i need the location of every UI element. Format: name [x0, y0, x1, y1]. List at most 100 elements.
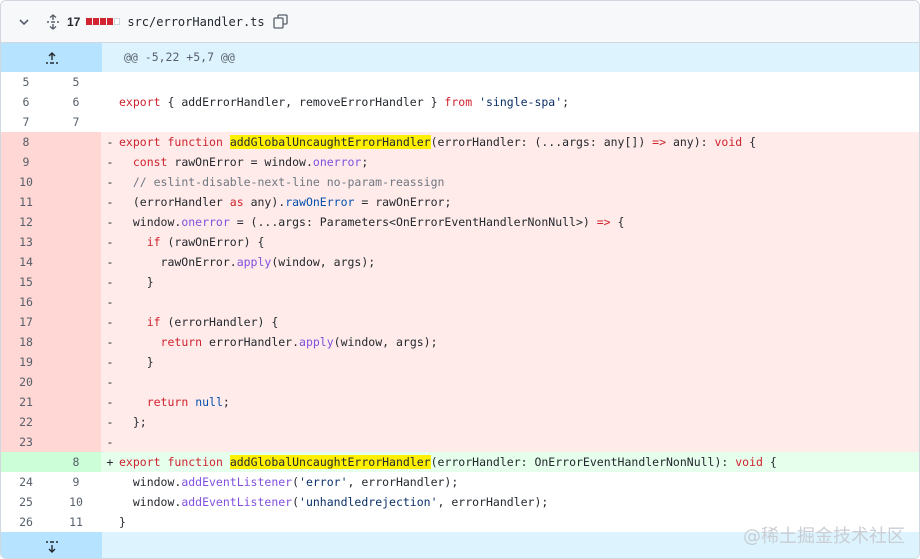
code-token: window.	[119, 475, 182, 489]
code-token: (errorHandler	[119, 195, 230, 209]
expand-up-icon[interactable]	[1, 43, 102, 72]
old-line-number[interactable]: 17	[1, 312, 51, 332]
old-line-number[interactable]: 20	[1, 372, 51, 392]
code-token: addEventListener	[181, 475, 293, 489]
old-line-number[interactable]: 8	[1, 132, 51, 152]
file-path[interactable]: src/errorHandler.ts	[127, 15, 264, 29]
deleted-line: 23 -	[1, 432, 919, 452]
code-token: null	[195, 395, 223, 409]
code-token: rawOnError.	[119, 255, 237, 269]
deleted-line: 9 - const rawOnError = window.onerror;	[1, 152, 919, 172]
new-line-number[interactable]	[51, 352, 101, 372]
new-line-number[interactable]: 9	[51, 472, 101, 492]
deleted-line: 17 - if (errorHandler) {	[1, 312, 919, 332]
code-token: =>	[596, 215, 611, 229]
deleted-line: 22 - };	[1, 412, 919, 432]
new-line-number[interactable]	[51, 412, 101, 432]
old-line-number[interactable]: 9	[1, 152, 51, 172]
code-token: errorHandler.	[202, 335, 300, 349]
old-line-number[interactable]: 12	[1, 212, 51, 232]
code-token: void	[735, 455, 763, 469]
new-line-number[interactable]: 7	[51, 112, 101, 132]
new-line-number[interactable]	[51, 232, 101, 252]
old-line-number[interactable]: 22	[1, 412, 51, 432]
old-line-number[interactable]: 13	[1, 232, 51, 252]
diff-marker: +	[101, 452, 119, 472]
old-line-number[interactable]: 19	[1, 352, 51, 372]
code-token: from	[444, 95, 473, 109]
new-line-number[interactable]	[51, 152, 101, 172]
code-token: , errorHandler);	[347, 475, 459, 489]
new-line-number[interactable]	[51, 192, 101, 212]
code-token: rawOnError	[285, 195, 355, 209]
old-line-number[interactable]: 16	[1, 292, 51, 312]
old-line-number[interactable]: 21	[1, 392, 51, 412]
new-line-number[interactable]	[51, 292, 101, 312]
deleted-line: 21 - return null;	[1, 392, 919, 412]
diff-marker	[101, 112, 119, 132]
old-line-number[interactable]: 26	[1, 512, 51, 532]
old-line-number[interactable]: 10	[1, 172, 51, 192]
chevron-down-icon[interactable]	[17, 15, 31, 29]
old-line-number[interactable]: 14	[1, 252, 51, 272]
code-token: = rawOnError;	[354, 195, 452, 209]
new-line-number[interactable]: 10	[51, 492, 101, 512]
copy-icon[interactable]	[273, 14, 289, 30]
diff-marker: -	[101, 292, 119, 312]
old-line-number[interactable]	[1, 452, 51, 472]
old-line-number[interactable]: 11	[1, 192, 51, 212]
old-line-number[interactable]: 18	[1, 332, 51, 352]
old-line-number[interactable]: 23	[1, 432, 51, 452]
old-line-number[interactable]: 7	[1, 112, 51, 132]
old-line-number[interactable]: 5	[1, 72, 51, 92]
code-text: window.addEventListener('error', errorHa…	[119, 472, 919, 492]
new-line-number[interactable]	[51, 392, 101, 412]
deleted-line: 18 - return errorHandler.apply(window, ar…	[1, 332, 919, 352]
code-text: }	[119, 272, 919, 292]
code-token: onerror	[181, 215, 230, 229]
old-line-number[interactable]: 6	[1, 92, 51, 112]
unfold-icon[interactable]	[45, 13, 61, 30]
old-line-number[interactable]: 15	[1, 272, 51, 292]
diff-marker: -	[101, 252, 119, 272]
new-line-number[interactable]	[51, 432, 101, 452]
code-text: };	[119, 412, 919, 432]
new-line-number[interactable]	[51, 312, 101, 332]
code-text: (errorHandler as any).rawOnError = rawOn…	[119, 192, 919, 212]
diff-marker: -	[101, 152, 119, 172]
expand-down-icon[interactable]	[1, 532, 102, 558]
new-line-number[interactable]	[51, 272, 101, 292]
new-line-number[interactable]: 5	[51, 72, 101, 92]
code-token: = (...args: Parameters<OnErrorEventHandl…	[229, 215, 597, 229]
diff-marker: -	[101, 212, 119, 232]
diff-marker: -	[101, 352, 119, 372]
new-line-number[interactable]	[51, 252, 101, 272]
new-line-number[interactable]	[51, 372, 101, 392]
code-text: export { addErrorHandler, removeErrorHan…	[119, 92, 919, 112]
new-line-number[interactable]: 6	[51, 92, 101, 112]
new-line-number[interactable]: 8	[51, 452, 101, 472]
new-line-number[interactable]	[51, 172, 101, 192]
code-token: export	[119, 135, 161, 149]
code-token: (errorHandler: (...args: any[])	[430, 135, 653, 149]
new-line-number[interactable]	[51, 212, 101, 232]
old-line-number[interactable]: 25	[1, 492, 51, 512]
diff-lines: 55 66 export { addErrorHandler, removeEr…	[1, 72, 919, 532]
code-token: onerror	[312, 155, 362, 169]
new-line-number[interactable]	[51, 332, 101, 352]
code-token: {	[742, 135, 757, 149]
code-token: window.	[119, 495, 182, 509]
code-token: {	[610, 215, 625, 229]
watermark: @稀土掘金技术社区	[743, 526, 905, 547]
old-line-number[interactable]: 24	[1, 472, 51, 492]
new-line-number[interactable]	[51, 132, 101, 152]
code-text: const rawOnError = window.onerror;	[119, 152, 919, 172]
code-token: 'error'	[299, 475, 348, 489]
code-token: 'single-spa'	[479, 95, 563, 109]
new-line-number[interactable]: 11	[51, 512, 101, 532]
added-line: 8 + export function addGlobalUncaughtError…	[1, 452, 919, 472]
search-highlight: addGlobalUncaughtErrorHandler	[229, 135, 431, 149]
